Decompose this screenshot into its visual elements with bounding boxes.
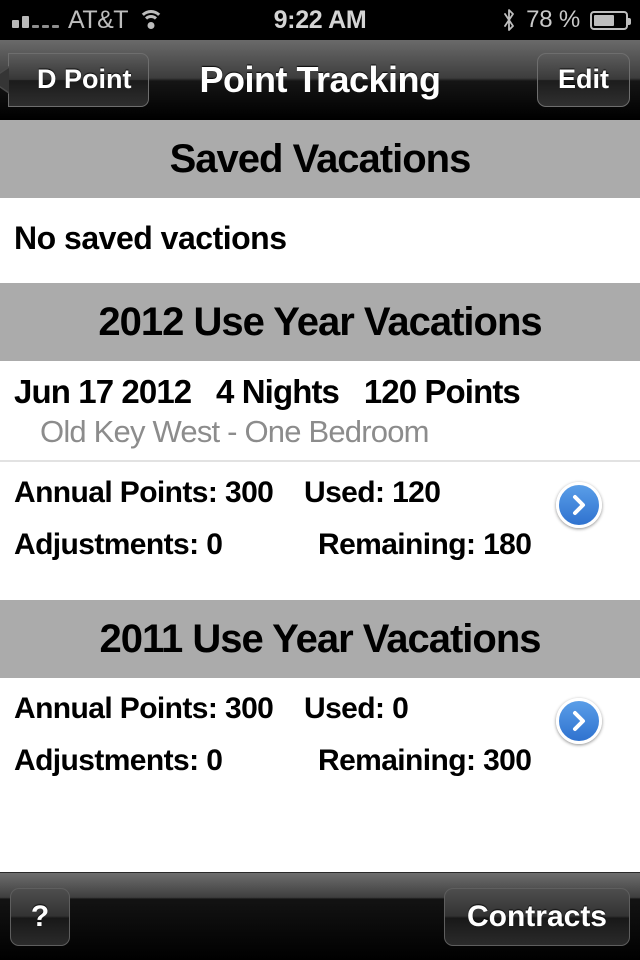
section-header-2011: 2011 Use Year Vacations (0, 600, 640, 678)
battery-percent-label: 78 % (526, 6, 580, 33)
bottom-toolbar: ? Contracts (0, 872, 640, 960)
points-line-1: Annual Points: 300 Used: 0 (14, 692, 626, 744)
vacation-row-2012[interactable]: Jun 17 2012 4 Nights 120 Points Old Key … (0, 361, 640, 460)
annual-points-label: Annual Points: 300 (14, 476, 274, 509)
edit-button[interactable]: Edit (537, 52, 630, 107)
remaining-points-label: Remaining: 300 (318, 744, 532, 777)
clock-label: 9:22 AM (273, 5, 367, 34)
back-button[interactable]: D Point (0, 52, 149, 107)
status-bar-right: 78 % (502, 6, 631, 34)
adjustments-label: Adjustments: 0 (14, 528, 223, 561)
section-header-saved-vacations: Saved Vacations (0, 120, 640, 198)
edit-button-label: Edit (558, 64, 609, 94)
annual-points-label: Annual Points: 300 (14, 692, 274, 725)
navigation-bar: D Point Point Tracking Edit (0, 40, 640, 120)
contracts-button[interactable]: Contracts (443, 887, 630, 946)
battery-icon (590, 10, 631, 30)
carrier-label: AT&T (68, 5, 129, 34)
help-button[interactable]: ? (10, 887, 70, 946)
vacations-table: Saved Vacations No saved vactions 2012 U… (0, 120, 640, 816)
signal-bars-icon (12, 12, 59, 28)
help-button-label: ? (30, 899, 50, 933)
wifi-icon (137, 9, 165, 31)
points-line-2: Adjustments: 0 Remaining: 300 (14, 744, 626, 796)
vacation-resort-label: Old Key West - One Bedroom (40, 414, 429, 449)
bluetooth-icon (504, 9, 514, 31)
empty-state-row: No saved vactions (0, 198, 640, 283)
status-bar-left: AT&T (12, 6, 165, 35)
points-line-1: Annual Points: 300 Used: 120 (14, 476, 626, 528)
back-button-label: D Point (37, 64, 132, 94)
points-summary-2011[interactable]: Annual Points: 300 Used: 0 Adjustments: … (0, 678, 640, 816)
app-screen: AT&T 9:22 AM 78 % D Point Point Tracking… (0, 0, 640, 960)
adjustments-label: Adjustments: 0 (14, 744, 223, 777)
points-summary-2012[interactable]: Annual Points: 300 Used: 120 Adjustments… (0, 462, 640, 600)
points-line-2: Adjustments: 0 Remaining: 180 (14, 528, 626, 580)
status-bar: AT&T 9:22 AM 78 % (0, 0, 640, 40)
chevron-right-icon[interactable] (556, 482, 602, 528)
vacation-title: Jun 17 2012 4 Nights 120 Points (14, 373, 521, 410)
contracts-button-label: Contracts (466, 899, 607, 933)
chevron-right-icon[interactable] (556, 698, 602, 744)
remaining-points-label: Remaining: 180 (318, 528, 532, 561)
section-header-2012: 2012 Use Year Vacations (0, 283, 640, 361)
